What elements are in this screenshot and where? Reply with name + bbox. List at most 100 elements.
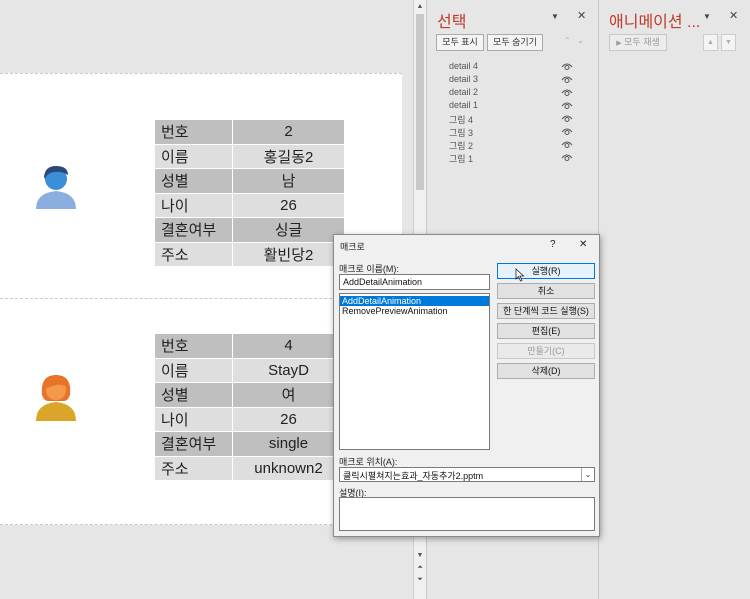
bring-forward-icon[interactable]: ⌃ (564, 36, 571, 45)
selection-item[interactable]: detail 2 (449, 87, 573, 100)
row-key: 번호 (154, 119, 233, 145)
visibility-eye-icon[interactable] (561, 87, 573, 97)
row-value: 활빈당2 (232, 241, 345, 267)
male-person-icon (36, 166, 76, 209)
close-icon[interactable]: ✕ (577, 9, 586, 22)
macro-location-value: 클릭시펼쳐지는효과_자동추가2.pptm (343, 471, 484, 481)
row-value: 여 (232, 382, 345, 408)
close-icon[interactable]: ✕ (579, 239, 587, 250)
visibility-eye-icon[interactable] (561, 152, 573, 162)
macro-location-select[interactable]: 클릭시펼쳐지는효과_자동추가2.pptm ⌄ (339, 467, 595, 482)
macro-name-input[interactable]: AddDetailAnimation (339, 274, 490, 290)
table-row: 결혼여부 싱글 (154, 217, 345, 243)
selection-item-label: 그림 2 (449, 141, 474, 151)
macro-list-item[interactable]: AddDetailAnimation (340, 296, 489, 306)
macro-items: AddDetailAnimation RemovePreviewAnimation (340, 296, 489, 316)
female-person-icon (36, 375, 76, 421)
row-key: 결혼여부 (154, 431, 233, 457)
previous-slide-icon[interactable]: ⏶ (414, 562, 426, 574)
visibility-eye-icon[interactable] (561, 61, 573, 71)
row-value: unknown2 (232, 455, 345, 481)
scrollbar-thumb[interactable] (416, 14, 424, 190)
send-backward-icon[interactable]: ⌄ (577, 36, 584, 45)
row-value: single (232, 431, 345, 457)
selection-item-label: detail 2 (449, 87, 479, 97)
visibility-eye-icon[interactable] (561, 100, 573, 110)
selection-item[interactable]: detail 1 (449, 100, 573, 113)
selection-item-label: 그림 3 (449, 128, 474, 138)
edit-button[interactable]: 편집(E) (497, 323, 595, 339)
selection-item-label: detail 3 (449, 74, 479, 84)
visibility-eye-icon[interactable] (561, 139, 573, 149)
macro-dialog: 매크로 ? ✕ 매크로 이름(M): AddDetailAnimation Ad… (333, 234, 600, 537)
table-row: 성별 여 (154, 382, 345, 408)
table-row: 결혼여부 single (154, 431, 345, 457)
row-key: 성별 (154, 168, 233, 194)
visibility-eye-icon[interactable] (561, 113, 573, 123)
row-value: 싱글 (232, 217, 345, 243)
table-row: 나이 26 (154, 406, 345, 432)
selection-item-label: 그림 4 (449, 115, 474, 125)
delete-button[interactable]: 삭제(D) (497, 363, 595, 379)
row-key: 결혼여부 (154, 217, 233, 243)
selection-item[interactable]: detail 4 (449, 61, 573, 74)
row-key: 주소 (154, 455, 233, 481)
move-up-icon[interactable]: ▲ (703, 34, 718, 51)
run-button[interactable]: 실행(R) (497, 263, 595, 279)
selection-pane-title: 선택 (437, 14, 467, 31)
description-field[interactable] (339, 497, 595, 531)
visibility-eye-icon[interactable] (561, 126, 573, 136)
pane-options-chevron-down-icon[interactable]: ▼ (703, 12, 711, 21)
selection-item[interactable]: 그림 1 (449, 152, 573, 165)
help-icon[interactable]: ? (550, 239, 556, 250)
create-button[interactable]: 만들기(C) (497, 343, 595, 359)
info-table-1: 번호 2 이름 홍길동2 성별 남 나이 26 결혼여부 싱글 주소 활빈당2 (154, 119, 345, 267)
dialog-title: 매크로 (340, 242, 365, 252)
row-value: StayD (232, 357, 345, 383)
row-key: 성별 (154, 382, 233, 408)
pane-options-chevron-down-icon[interactable]: ▼ (551, 12, 559, 21)
row-key: 이름 (154, 143, 233, 169)
scroll-down-arrow-icon[interactable]: ▼ (414, 550, 426, 562)
selection-item[interactable]: 그림 3 (449, 126, 573, 139)
table-row: 이름 StayD (154, 357, 345, 383)
row-value: 26 (232, 192, 345, 218)
chevron-down-icon[interactable]: ⌄ (581, 468, 594, 481)
info-table-2: 번호 4 이름 StayD 성별 여 나이 26 결혼여부 single 주소 unknow… (154, 333, 345, 481)
hide-all-button[interactable]: 모두 숨기기 (487, 34, 543, 51)
show-all-button[interactable]: 모두 표시 (436, 34, 484, 51)
selection-item-label: detail 4 (449, 61, 479, 71)
table-row: 번호 4 (154, 333, 345, 359)
row-value: 홍길동2 (232, 143, 345, 169)
table-row: 주소 unknown2 (154, 455, 345, 481)
cancel-button[interactable]: 취소 (497, 283, 595, 299)
row-key: 번호 (154, 333, 233, 359)
close-icon[interactable]: ✕ (729, 9, 738, 22)
table-row: 나이 26 (154, 192, 345, 218)
move-down-icon[interactable]: ▼ (721, 34, 736, 51)
macro-list-item[interactable]: RemovePreviewAnimation (340, 306, 489, 316)
selection-item[interactable]: 그림 4 (449, 113, 573, 126)
table-row: 주소 활빈당2 (154, 241, 345, 267)
animation-pane-title: 애니메이션 ... (609, 14, 701, 31)
play-all-button[interactable]: ▶ 모두 재생 (609, 34, 667, 51)
scroll-up-arrow-icon[interactable]: ▲ (414, 1, 426, 13)
row-key: 나이 (154, 192, 233, 218)
row-key: 나이 (154, 406, 233, 432)
row-value: 26 (232, 406, 345, 432)
selection-item[interactable]: 그림 2 (449, 139, 573, 152)
play-all-label: 모두 재생 (624, 37, 660, 47)
step-into-button[interactable]: 한 단계씩 코드 실행(S) (497, 303, 595, 319)
next-slide-icon[interactable]: ⏷ (414, 574, 426, 586)
visibility-eye-icon[interactable] (561, 74, 573, 84)
row-key: 이름 (154, 357, 233, 383)
animation-pane: 애니메이션 ... ▼ ✕ ▶ 모두 재생 ▲ ▼ (598, 0, 750, 599)
macro-list[interactable]: AddDetailAnimation RemovePreviewAnimation (339, 293, 490, 450)
play-icon: ▶ (616, 40, 622, 47)
table-row: 성별 남 (154, 168, 345, 194)
mouse-cursor-icon (515, 268, 525, 282)
selection-item-label: 그림 1 (449, 154, 474, 164)
selection-item[interactable]: detail 3 (449, 74, 573, 87)
row-value: 2 (232, 119, 345, 145)
table-row: 번호 2 (154, 119, 345, 145)
